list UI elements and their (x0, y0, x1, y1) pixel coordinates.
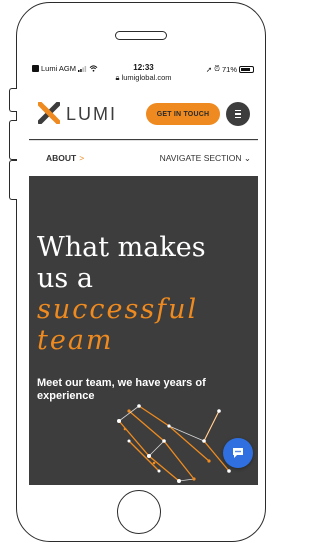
section-nav: ABOUT > NAVIGATE SECTION ⌄ (29, 140, 258, 176)
about-label: ABOUT (46, 153, 77, 163)
url-text: lumiglobal.com (121, 73, 172, 82)
site-header: LUMI GET IN TOUCH (29, 87, 258, 139)
lumi-logo-icon[interactable] (38, 102, 60, 124)
chat-bubble-icon (233, 448, 243, 458)
hero-accent-1: successful (37, 294, 199, 325)
hero-heading: What makes us a successful team (37, 232, 257, 356)
home-button[interactable] (117, 490, 161, 534)
volume-down-button (9, 160, 17, 200)
battery-percent: 71% (221, 64, 237, 74)
battery-icon (239, 65, 254, 73)
hero-line-1: What makes (37, 232, 206, 263)
alarm-icon: ⏰︎ (214, 64, 220, 73)
chevron-right-icon: > (79, 153, 85, 163)
status-bar: Lumi AGM 12:33 🔒︎ lumiglobal.com ➚ ⏰︎ 71… (29, 61, 258, 87)
logo-text[interactable]: LUMI (66, 104, 117, 125)
menu-bar (235, 116, 241, 118)
url-bar[interactable]: 🔒︎ lumiglobal.com (29, 73, 258, 83)
chevron-down-icon: ⌄ (243, 153, 251, 163)
navigate-section-label: NAVIGATE SECTION (159, 153, 242, 163)
hero-line-2: us a (37, 263, 93, 294)
hero-accent-2: team (37, 325, 114, 356)
earpiece-speaker (115, 31, 167, 40)
menu-bar (235, 110, 241, 112)
location-icon: ➚ (205, 64, 213, 74)
get-in-touch-button[interactable]: GET IN TOUCH (146, 103, 220, 125)
lock-icon: 🔒︎ (115, 73, 120, 82)
navigate-section-dropdown[interactable]: NAVIGATE SECTION ⌄ (160, 153, 251, 164)
chat-button[interactable] (223, 438, 253, 468)
about-link[interactable]: ABOUT > (46, 153, 84, 163)
status-right: ➚ ⏰︎ 71% (206, 64, 254, 74)
hero-subtitle: Meet our team, we have years of experien… (37, 377, 206, 402)
phone-screen: Lumi AGM 12:33 🔒︎ lumiglobal.com ➚ ⏰︎ 71… (29, 61, 258, 485)
volume-up-button (9, 120, 17, 160)
silent-switch (9, 88, 17, 112)
menu-bar (235, 113, 241, 115)
menu-icon[interactable] (226, 102, 250, 126)
